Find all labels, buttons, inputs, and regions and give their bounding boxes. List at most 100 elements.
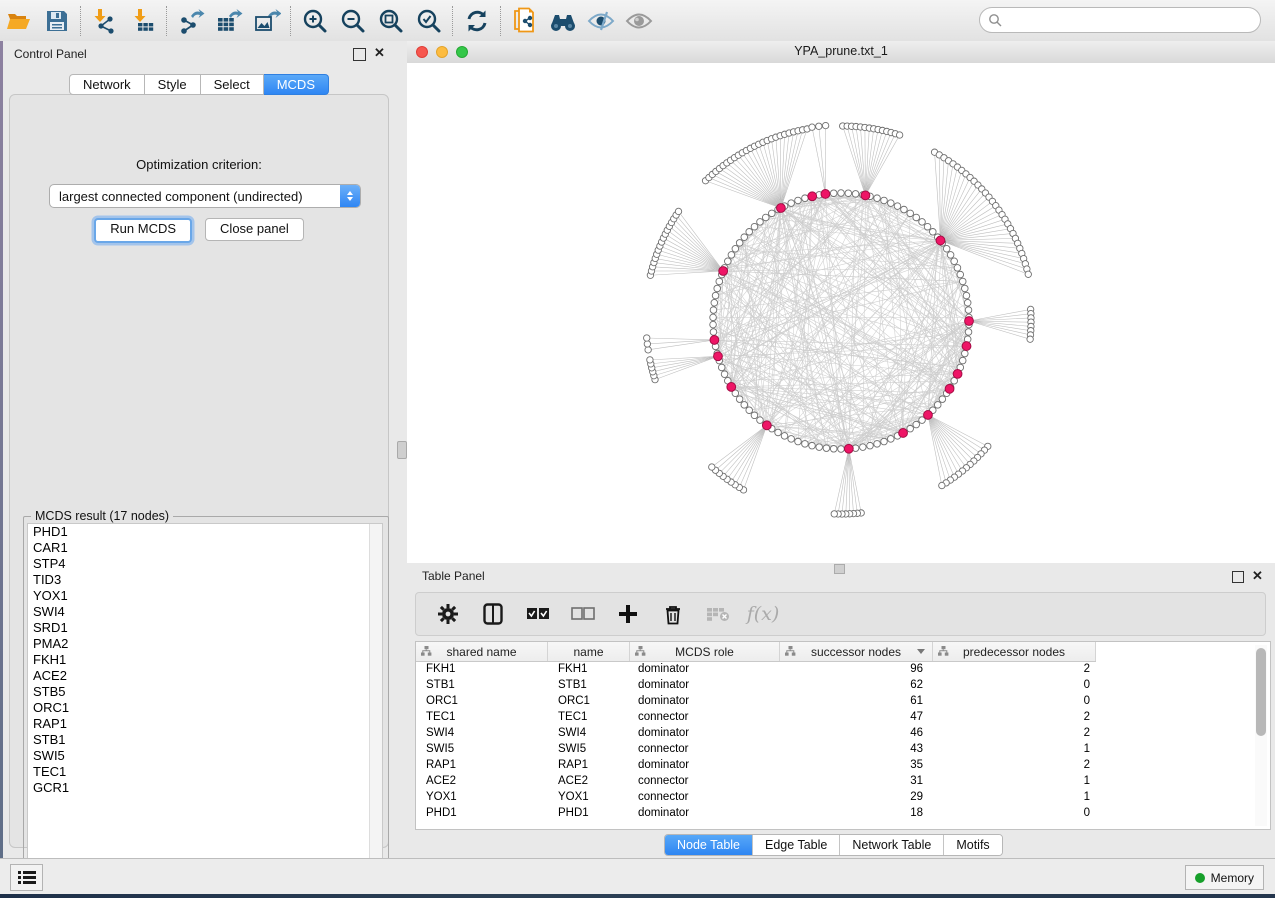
table-row[interactable]: YOX1YOX1connector291 [416,789,1270,805]
mcds-result-item[interactable]: STP4 [28,556,382,572]
mcds-result-item[interactable]: STB1 [28,732,382,748]
mcds-result-item[interactable]: SRD1 [28,620,382,636]
open-session-button[interactable] [0,4,38,38]
table-scrollbar[interactable] [1255,645,1267,826]
tab-network-table[interactable]: Network Table [840,835,944,855]
column-header-shared-name[interactable]: shared name [416,642,548,661]
network-graph [407,63,1275,563]
mcds-result-item[interactable]: SWI4 [28,604,382,620]
export-image-button[interactable] [248,4,286,38]
zoom-in-icon [302,8,328,34]
column-dropdown-icon[interactable] [917,649,925,654]
table-row[interactable]: FKH1FKH1dominator962 [416,661,1270,677]
mcds-result-item[interactable]: RAP1 [28,716,382,732]
memory-button[interactable]: Memory [1185,865,1264,890]
export-table-button[interactable] [210,4,248,38]
tab-motifs[interactable]: Motifs [944,835,1001,855]
save-session-button[interactable] [38,4,76,38]
mcds-result-list[interactable]: PHD1CAR1STP4TID3YOX1SWI4SRD1PMA2FKH1ACE2… [27,523,383,887]
cell-mcds_role: dominator [630,725,780,741]
cell-shared_name: TEC1 [416,709,548,725]
column-header-successor-nodes[interactable]: successor nodes [780,642,933,661]
mcds-result-item[interactable]: YOX1 [28,588,382,604]
run-mcds-button[interactable]: Run MCDS [94,218,192,243]
mcds-result-item[interactable]: SWI5 [28,748,382,764]
hide-selected-button[interactable] [582,4,620,38]
select-all-rows-button[interactable] [526,602,550,626]
import-table-icon [130,8,156,34]
add-column-button[interactable] [616,602,640,626]
zoom-in-button[interactable] [296,4,334,38]
task-history-button[interactable] [10,864,43,891]
clone-network-button[interactable] [506,4,544,38]
column-header-MCDS-role[interactable]: MCDS role [630,642,780,661]
tab-node-table[interactable]: Node Table [665,835,753,855]
delete-column-button[interactable] [661,602,685,626]
network-canvas[interactable] [407,63,1275,563]
mcds-result-item[interactable]: TEC1 [28,764,382,780]
tab-mcds[interactable]: MCDS [264,74,329,95]
table-options-button[interactable] [436,602,460,626]
zoom-out-button[interactable] [334,4,372,38]
cell-mcds_role: dominator [630,693,780,709]
table-row[interactable]: ORC1ORC1dominator610 [416,693,1270,709]
mcds-result-item[interactable]: GCR1 [28,780,382,796]
close-table-panel-icon[interactable]: ✕ [1252,570,1263,581]
import-table-button[interactable] [124,4,162,38]
mcds-result-item[interactable]: ORC1 [28,700,382,716]
mcds-list-scrollbar[interactable] [369,524,382,886]
mcds-result-item[interactable]: PMA2 [28,636,382,652]
close-panel-button[interactable]: Close panel [205,218,304,241]
node-table[interactable]: shared namename MCDS role successor nodesp… [415,641,1271,830]
export-network-icon [178,8,205,34]
criterion-dropdown[interactable]: largest connected component (undirected) [49,184,361,208]
table-row[interactable]: TEC1TEC1connector472 [416,709,1270,725]
show-all-button[interactable] [620,4,658,38]
delete-table-button[interactable] [706,602,730,626]
cell-mcds_role: connector [630,741,780,757]
column-header-name[interactable]: name [548,642,630,661]
tab-select[interactable]: Select [201,74,264,95]
zoom-selected-button[interactable] [410,4,448,38]
table-row[interactable]: STB1STB1dominator620 [416,677,1270,693]
table-row[interactable]: RAP1RAP1dominator352 [416,757,1270,773]
float-panel-icon[interactable] [353,48,366,61]
table-row[interactable]: SWI5SWI5connector431 [416,741,1270,757]
function-builder-button[interactable]: f(x) [751,602,775,626]
splitter-handle[interactable] [397,441,407,459]
zoom-fit-button[interactable] [372,4,410,38]
table-toolbar: f(x) [415,592,1266,636]
criterion-dropdown-value: largest connected component (undirected) [50,189,340,204]
export-network-button[interactable] [172,4,210,38]
mcds-result-item[interactable]: FKH1 [28,652,382,668]
deselect-all-rows-button[interactable] [571,602,595,626]
search-input[interactable] [1006,12,1260,28]
column-header-predecessor-nodes[interactable]: predecessor nodes [933,642,1096,661]
column-header-label: MCDS role [675,645,734,659]
search-field[interactable] [979,7,1261,33]
cell-mcds_role: connector [630,773,780,789]
close-panel-icon[interactable]: ✕ [374,47,385,58]
float-table-panel-icon[interactable] [1232,571,1244,583]
mcds-result-item[interactable]: PHD1 [28,524,382,540]
table-scrollbar-thumb[interactable] [1256,648,1266,736]
tab-style[interactable]: Style [145,74,201,95]
refresh-layout-button[interactable] [458,4,496,38]
table-row[interactable]: ACE2ACE2connector311 [416,773,1270,789]
find-button[interactable] [544,4,582,38]
import-network-button[interactable] [86,4,124,38]
column-visibility-button[interactable] [481,602,505,626]
mcds-result-item[interactable]: CAR1 [28,540,382,556]
status-bar: Memory [0,858,1275,894]
tab-network[interactable]: Network [69,74,145,95]
mcds-result-item[interactable]: STB5 [28,684,382,700]
import-network-icon [92,8,118,34]
network-window-titlebar[interactable]: YPA_prune.txt_1 [407,41,1275,64]
toolbar-separator [80,6,82,36]
table-row[interactable]: SWI4SWI4dominator462 [416,725,1270,741]
mcds-result-item[interactable]: ACE2 [28,668,382,684]
table-row[interactable]: PHD1PHD1dominator180 [416,805,1270,821]
horizontal-splitter-handle[interactable] [834,564,845,574]
tab-edge-table[interactable]: Edge Table [753,835,840,855]
mcds-result-item[interactable]: TID3 [28,572,382,588]
